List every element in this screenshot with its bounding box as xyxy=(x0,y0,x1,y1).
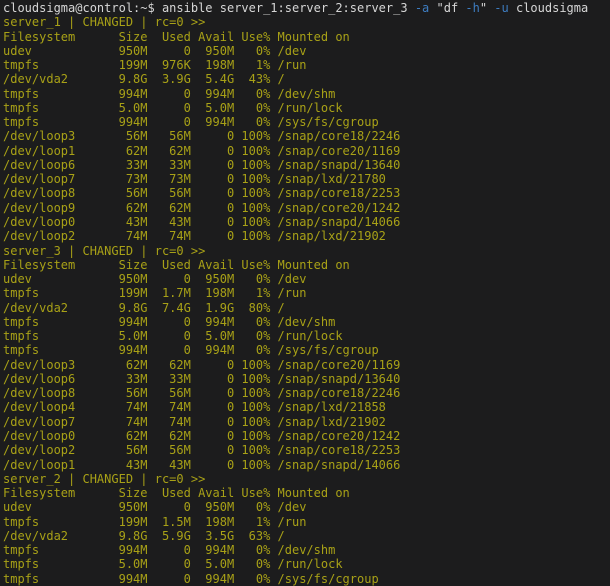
ansible-host-status-line: server_3 | CHANGED | rc=0 >> xyxy=(3,243,206,258)
df-table-row: /dev/loop7 73M 73M 0 100% /snap/lxd/2178… xyxy=(3,172,386,187)
df-table-row: udev 950M 0 950M 0% /dev xyxy=(3,500,307,515)
df-command-text: "df xyxy=(429,1,466,15)
df-table-row: /dev/vda2 9.8G 3.9G 5.4G 43% / xyxy=(3,72,285,87)
quote-close-text: " xyxy=(479,1,495,15)
df-table-row: /dev/loop0 62M 62M 0 100% /snap/core20/1… xyxy=(3,428,401,443)
df-table-row: /dev/vda2 9.8G 5.9G 3.5G 63% / xyxy=(3,528,285,543)
df-table-row: tmpfs 5.0M 0 5.0M 0% /run/lock xyxy=(3,100,343,115)
df-table-header: Filesystem Size Used Avail Use% Mounted … xyxy=(3,486,350,501)
df-table-row: tmpfs 5.0M 0 5.0M 0% /run/lock xyxy=(3,329,343,344)
df-table-row: /dev/loop7 74M 74M 0 100% /snap/lxd/2190… xyxy=(3,414,386,429)
df-table-row: tmpfs 199M 1.7M 198M 1% /run xyxy=(3,286,307,301)
ansible-output: server_1 | CHANGED | rc=0 >> Filesystem S… xyxy=(3,15,610,586)
ansible-section-server_1: server_1 | CHANGED | rc=0 >> Filesystem S… xyxy=(3,15,610,243)
df-table-row: tmpfs 994M 0 994M 0% /sys/fs/cgroup xyxy=(3,115,379,130)
command-line: cloudsigma@control:~$ ansible server_1:s… xyxy=(3,1,610,15)
ansible-flag-u: -u xyxy=(494,1,509,15)
df-table-row: /dev/loop0 43M 43M 0 100% /snap/snapd/14… xyxy=(3,214,401,229)
df-table-row: udev 950M 0 950M 0% /dev xyxy=(3,43,307,58)
df-table-row: /dev/loop6 33M 33M 0 100% /snap/snapd/13… xyxy=(3,371,401,386)
df-flag-h: -h xyxy=(465,1,480,15)
df-table-header: Filesystem Size Used Avail Use% Mounted … xyxy=(3,257,350,272)
ansible-host-status-line: server_1 | CHANGED | rc=0 >> xyxy=(3,15,206,30)
prompt-and-command-text: cloudsigma@control:~$ ansible server_1:s… xyxy=(3,1,415,15)
df-table-row: /dev/loop8 56M 56M 0 100% /snap/core18/2… xyxy=(3,386,401,401)
df-table-row: /dev/loop1 62M 62M 0 100% /snap/core20/1… xyxy=(3,143,401,158)
terminal-window[interactable]: cloudsigma@control:~$ ansible server_1:s… xyxy=(0,0,610,586)
ansible-section-server_3: server_3 | CHANGED | rc=0 >> Filesystem S… xyxy=(3,244,610,472)
df-table-row: /dev/loop9 62M 62M 0 100% /snap/core20/1… xyxy=(3,200,401,215)
df-table-row: /dev/loop8 56M 56M 0 100% /snap/core18/2… xyxy=(3,186,401,201)
df-table-row: /dev/loop3 62M 62M 0 100% /snap/core20/1… xyxy=(3,357,401,372)
remote-user-text: cloudsigma xyxy=(508,1,589,15)
df-table-row: /dev/loop6 33M 33M 0 100% /snap/snapd/13… xyxy=(3,157,401,172)
df-table-row: tmpfs 994M 0 994M 0% /sys/fs/cgroup xyxy=(3,343,379,358)
df-table-row: udev 950M 0 950M 0% /dev xyxy=(3,272,307,287)
df-table-row: tmpfs 994M 0 994M 0% /dev/shm xyxy=(3,314,336,329)
df-table-row: /dev/loop1 43M 43M 0 100% /snap/snapd/14… xyxy=(3,457,401,472)
df-table-row: /dev/loop2 56M 56M 0 100% /snap/core18/2… xyxy=(3,443,401,458)
df-table-row: /dev/vda2 9.8G 7.4G 1.9G 80% / xyxy=(3,300,285,315)
df-table-row: tmpfs 994M 0 994M 0% /dev/shm xyxy=(3,86,336,101)
ansible-flag-a: -a xyxy=(414,1,430,15)
df-table-row: tmpfs 199M 976K 198M 1% /run xyxy=(3,58,307,73)
df-table-header: Filesystem Size Used Avail Use% Mounted … xyxy=(3,29,350,44)
ansible-section-server_2: server_2 | CHANGED | rc=0 >> Filesystem S… xyxy=(3,472,610,586)
df-table-row: tmpfs 994M 0 994M 0% /sys/fs/cgroup xyxy=(3,571,379,586)
df-table-row: /dev/loop2 74M 74M 0 100% /snap/lxd/2190… xyxy=(3,229,386,244)
df-table-row: /dev/loop4 74M 74M 0 100% /snap/lxd/2185… xyxy=(3,400,386,415)
df-table-row: tmpfs 199M 1.5M 198M 1% /run xyxy=(3,514,307,529)
df-table-row: /dev/loop3 56M 56M 0 100% /snap/core18/2… xyxy=(3,129,401,144)
df-table-row: tmpfs 5.0M 0 5.0M 0% /run/lock xyxy=(3,557,343,572)
df-table-row: tmpfs 994M 0 994M 0% /dev/shm xyxy=(3,543,336,558)
ansible-host-status-line: server_2 | CHANGED | rc=0 >> xyxy=(3,471,206,486)
